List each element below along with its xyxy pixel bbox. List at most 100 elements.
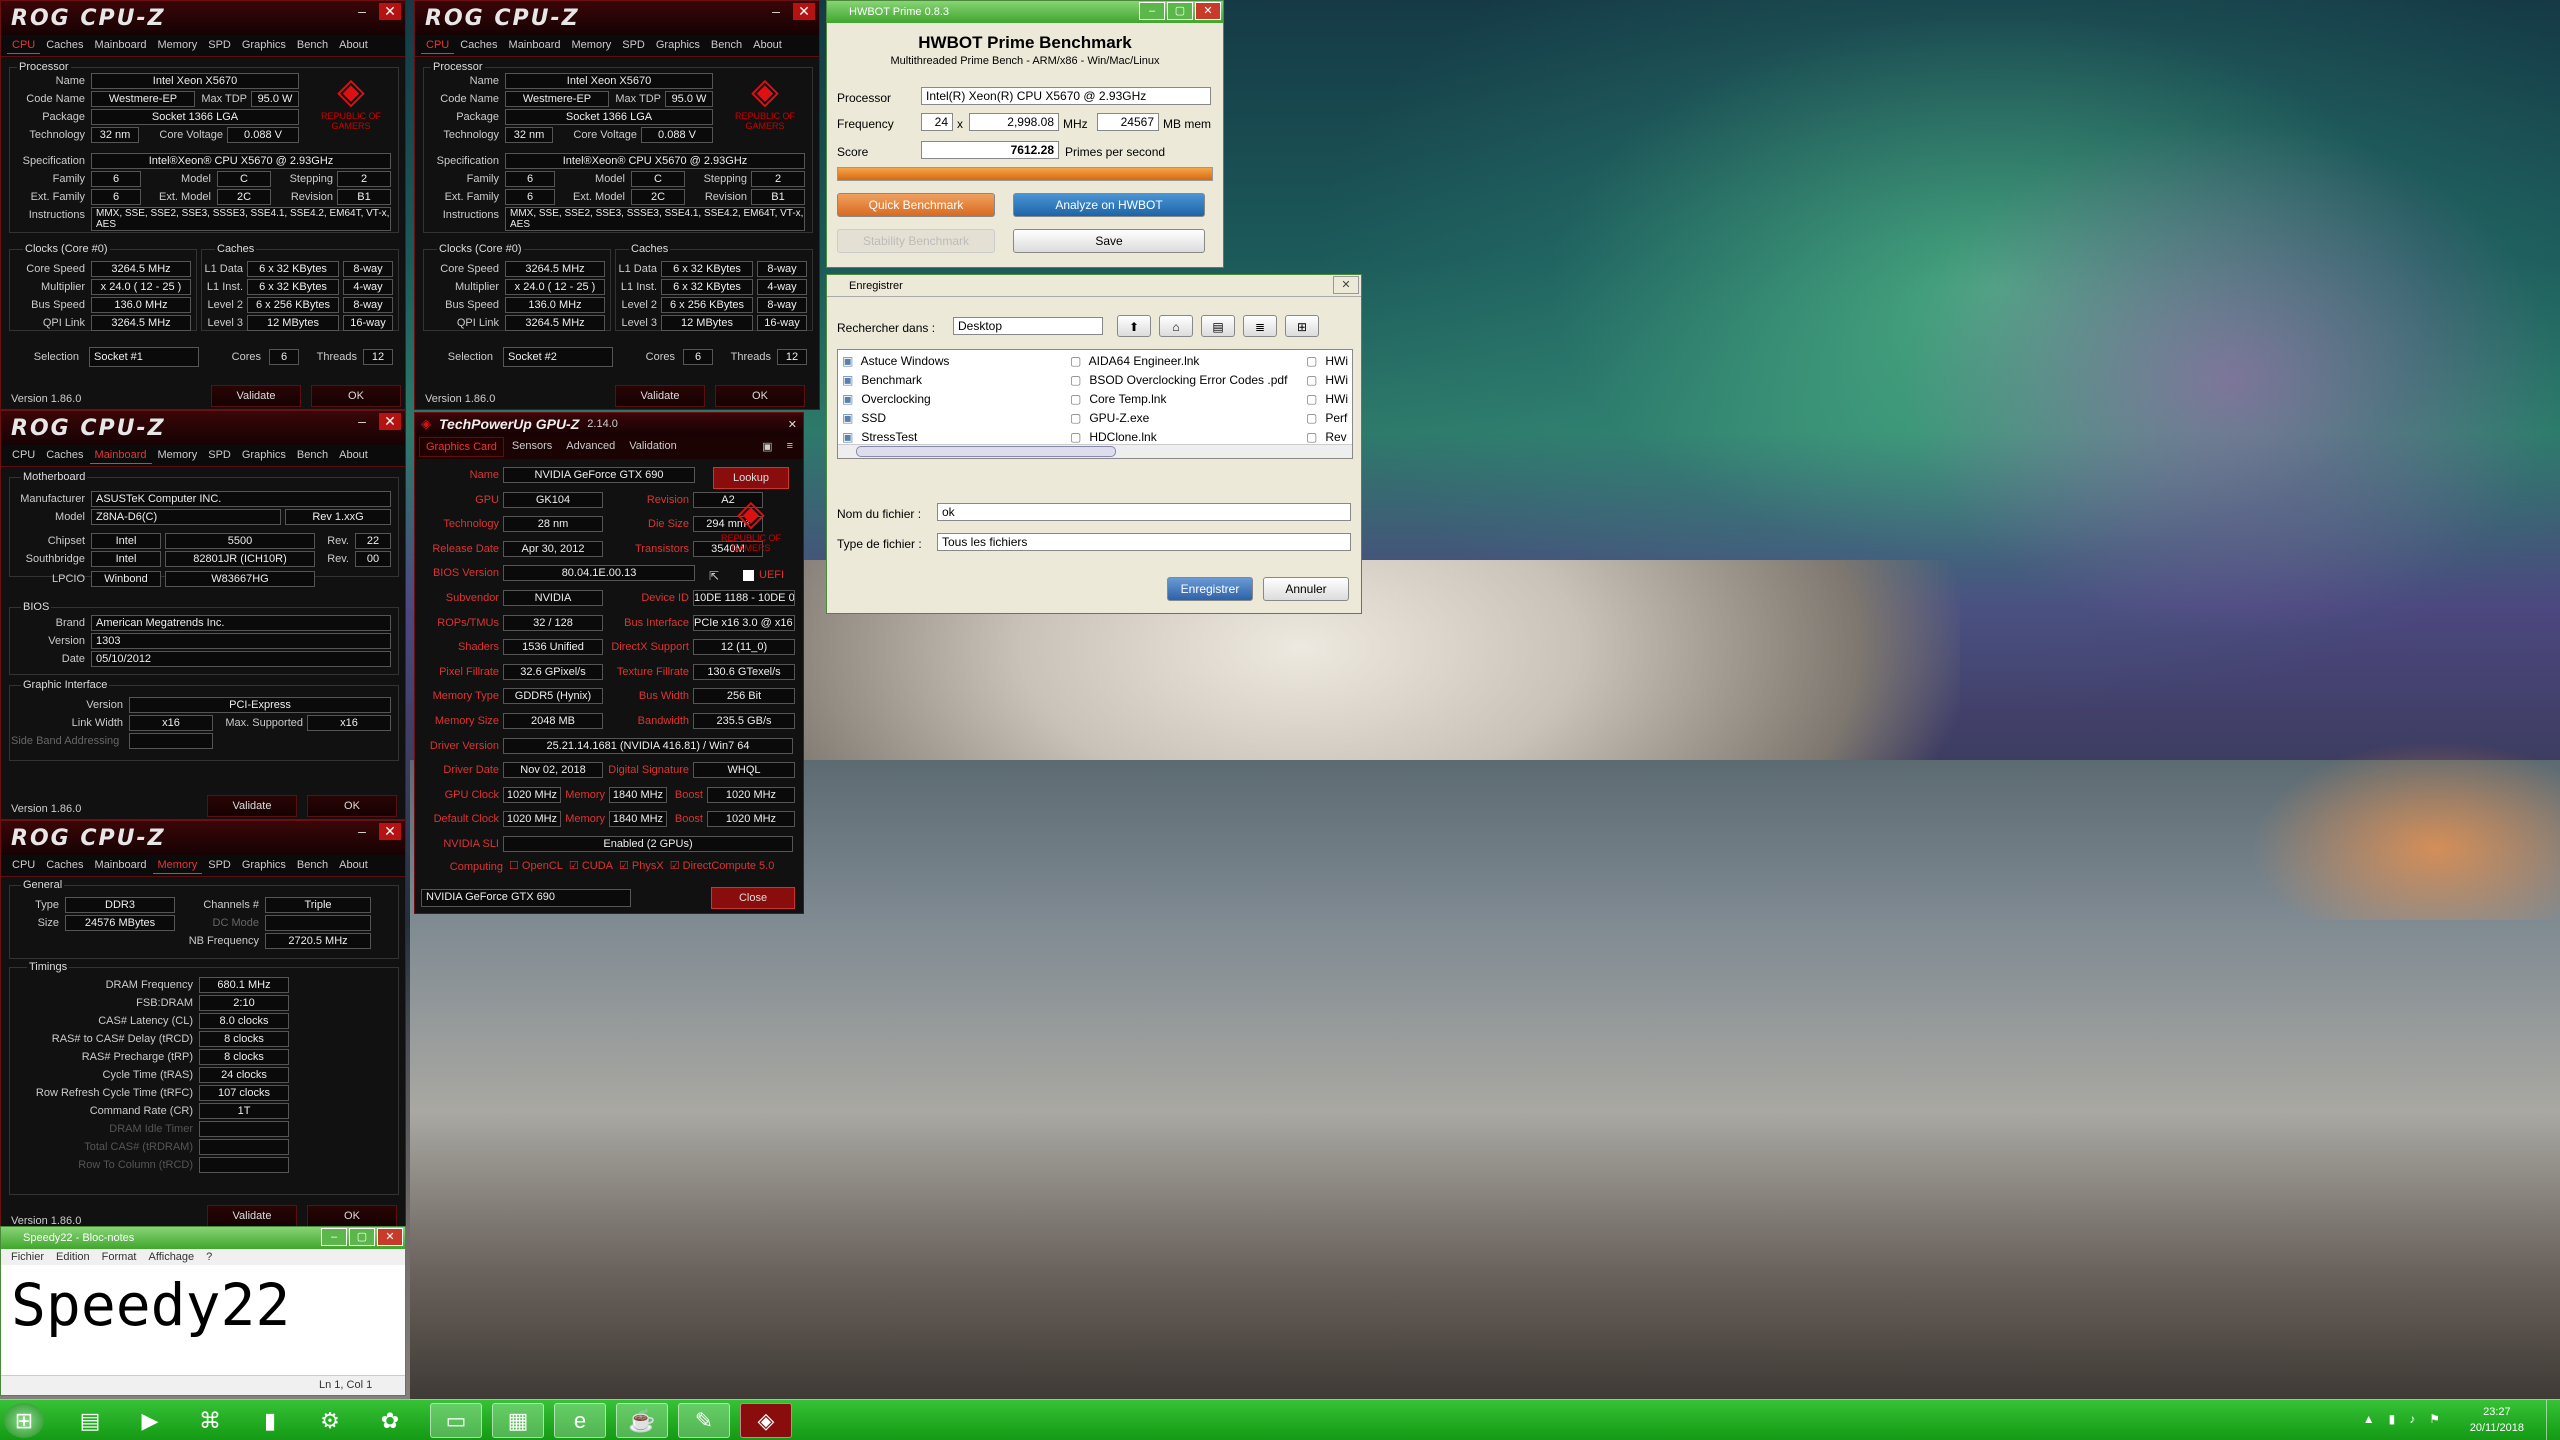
save-button[interactable]: Save bbox=[1013, 229, 1205, 253]
show-desktop-button[interactable] bbox=[2546, 1400, 2560, 1440]
list-view-icon[interactable]: ≣ bbox=[1243, 315, 1277, 337]
notepad-task-icon[interactable]: ✎ bbox=[678, 1403, 730, 1438]
file-list-item[interactable]: ▢ GPU-Z.exe bbox=[1070, 411, 1287, 430]
tab-graphics[interactable]: Graphics bbox=[237, 37, 291, 54]
close-icon[interactable]: ✕ bbox=[793, 3, 815, 20]
close-icon[interactable]: ✕ bbox=[379, 413, 401, 430]
calculator-icon[interactable]: ▦ bbox=[492, 1403, 544, 1438]
validate-button[interactable]: Validate bbox=[211, 385, 301, 407]
menu-affichage[interactable]: Affichage bbox=[149, 1251, 195, 1263]
tray-signal-icon[interactable]: ▮ bbox=[2389, 1412, 2396, 1426]
tab-cpu[interactable]: CPU bbox=[7, 857, 40, 874]
tab-spd[interactable]: SPD bbox=[203, 447, 236, 464]
tray-volume-icon[interactable]: ♪ bbox=[2409, 1412, 2415, 1426]
up-folder-icon[interactable]: ⬆ bbox=[1117, 315, 1151, 337]
tab-memory[interactable]: Memory bbox=[152, 857, 203, 874]
cpuz-titlebar[interactable]: ROG CPU-Z – ✕ bbox=[1, 821, 405, 855]
stability-benchmark-button[interactable]: Stability Benchmark bbox=[837, 229, 995, 253]
cmd-icon[interactable]: ▮ bbox=[244, 1403, 296, 1438]
horizontal-scrollbar[interactable] bbox=[838, 444, 1352, 458]
start-button[interactable]: ⊞ bbox=[4, 1403, 44, 1438]
validate-button[interactable]: Validate bbox=[615, 385, 705, 407]
file-list-item[interactable]: ▢ HWi bbox=[1306, 354, 1348, 373]
look-in-select[interactable]: Desktop bbox=[953, 317, 1103, 335]
tab-about[interactable]: About bbox=[748, 37, 787, 54]
physx-checkbox[interactable]: ☑ PhysX bbox=[619, 859, 664, 872]
file-list-item[interactable]: ▣ Benchmark bbox=[842, 373, 949, 392]
filetype-select[interactable]: Tous les fichiers bbox=[937, 533, 1351, 551]
ok-button[interactable]: OK bbox=[715, 385, 805, 407]
close-button[interactable]: Close bbox=[711, 887, 795, 909]
scroll-thumb[interactable] bbox=[856, 446, 1116, 457]
tab-about[interactable]: About bbox=[334, 857, 373, 874]
close-icon[interactable]: ✕ bbox=[1333, 276, 1359, 294]
menu-icon[interactable]: ≡ bbox=[781, 437, 799, 457]
ok-button[interactable]: OK bbox=[311, 385, 401, 407]
tab-mainboard[interactable]: Mainboard bbox=[89, 447, 152, 464]
ok-button[interactable]: OK bbox=[307, 1205, 397, 1227]
uefi-checkbox[interactable] bbox=[743, 570, 754, 581]
file-list-item[interactable]: ▣ Overclocking bbox=[842, 392, 949, 411]
camera-icon[interactable]: ▣ bbox=[756, 437, 778, 457]
tab-graphics[interactable]: Graphics bbox=[651, 37, 705, 54]
notepad-titlebar[interactable]: Speedy22 - Bloc-notes – ▢ ✕ bbox=[1, 1227, 405, 1249]
close-icon[interactable]: ✕ bbox=[379, 823, 401, 840]
media-player-icon[interactable]: ▶ bbox=[124, 1403, 176, 1438]
file-list-item[interactable]: ▢ HWi bbox=[1306, 392, 1348, 411]
clock[interactable]: 23:27 20/11/2018 bbox=[2470, 1404, 2524, 1436]
socket-select[interactable]: Socket #1 bbox=[89, 347, 199, 367]
tab-cpu[interactable]: CPU bbox=[7, 37, 41, 54]
minimize-icon[interactable]: – bbox=[321, 1228, 347, 1246]
minimize-icon[interactable]: – bbox=[351, 413, 373, 430]
tab-validation[interactable]: Validation bbox=[623, 437, 683, 457]
explorer-icon[interactable]: ▤ bbox=[64, 1403, 116, 1438]
tab-about[interactable]: About bbox=[334, 37, 373, 54]
tab-caches[interactable]: Caches bbox=[41, 37, 88, 54]
tab-bench[interactable]: Bench bbox=[292, 857, 333, 874]
close-icon[interactable]: ✕ bbox=[788, 418, 797, 431]
validate-button[interactable]: Validate bbox=[207, 795, 297, 817]
opencl-checkbox[interactable]: ☐ OpenCL bbox=[509, 859, 563, 872]
file-list-item[interactable]: ▢ AIDA64 Engineer.lnk bbox=[1070, 354, 1287, 373]
file-list-item[interactable]: ▢ Core Temp.lnk bbox=[1070, 392, 1287, 411]
tab-sensors[interactable]: Sensors bbox=[506, 437, 558, 457]
network-icon[interactable]: ⌘ bbox=[184, 1403, 236, 1438]
tab-bench[interactable]: Bench bbox=[292, 447, 333, 464]
tab-memory[interactable]: Memory bbox=[567, 37, 617, 54]
tab-spd[interactable]: SPD bbox=[203, 857, 236, 874]
lookup-button[interactable]: Lookup bbox=[713, 467, 789, 489]
socket-select[interactable]: Socket #2 bbox=[503, 347, 613, 367]
menu-format[interactable]: Format bbox=[102, 1251, 137, 1263]
window-icon[interactable]: ▭ bbox=[430, 1403, 482, 1438]
minimize-icon[interactable]: – bbox=[765, 3, 787, 20]
tab-about[interactable]: About bbox=[334, 447, 373, 464]
details-view-icon[interactable]: ⊞ bbox=[1285, 315, 1319, 337]
close-icon[interactable]: ✕ bbox=[377, 1228, 403, 1246]
maximize-icon[interactable]: ▢ bbox=[1167, 2, 1193, 20]
tab-caches[interactable]: Caches bbox=[455, 37, 502, 54]
cpuz-titlebar[interactable]: ROG CPU-Z – ✕ bbox=[1, 411, 405, 445]
cpuz-titlebar[interactable]: ROG CPU-Z – ✕ bbox=[415, 1, 819, 35]
game-icon[interactable]: ✿ bbox=[364, 1403, 416, 1438]
close-icon[interactable]: ✕ bbox=[379, 3, 401, 20]
gpuz-titlebar[interactable]: ◈ TechPowerUp GPU-Z 2.14.0 ✕ bbox=[415, 413, 803, 435]
ok-button[interactable]: OK bbox=[307, 795, 397, 817]
tab-cpu[interactable]: CPU bbox=[7, 447, 40, 464]
file-list-item[interactable]: ▢ HWi bbox=[1306, 373, 1348, 392]
menu-edition[interactable]: Edition bbox=[56, 1251, 90, 1263]
tab-graphics[interactable]: Graphics bbox=[237, 447, 291, 464]
enregistrer-button[interactable]: Enregistrer bbox=[1167, 577, 1253, 601]
file-list-item[interactable]: ▣ Astuce Windows bbox=[842, 354, 949, 373]
save-titlebar[interactable]: Enregistrer ✕ bbox=[827, 275, 1361, 297]
tab-spd[interactable]: SPD bbox=[617, 37, 650, 54]
tab-caches[interactable]: Caches bbox=[41, 447, 88, 464]
maximize-icon[interactable]: ▢ bbox=[349, 1228, 375, 1246]
tab-graphics-card[interactable]: Graphics Card bbox=[419, 437, 504, 457]
tab-spd[interactable]: SPD bbox=[203, 37, 236, 54]
ie-icon[interactable]: e bbox=[554, 1403, 606, 1438]
java-icon[interactable]: ☕ bbox=[616, 1403, 668, 1438]
tab-cpu[interactable]: CPU bbox=[421, 37, 455, 54]
tab-bench[interactable]: Bench bbox=[292, 37, 333, 54]
minimize-icon[interactable]: – bbox=[351, 3, 373, 20]
tab-memory[interactable]: Memory bbox=[153, 37, 203, 54]
